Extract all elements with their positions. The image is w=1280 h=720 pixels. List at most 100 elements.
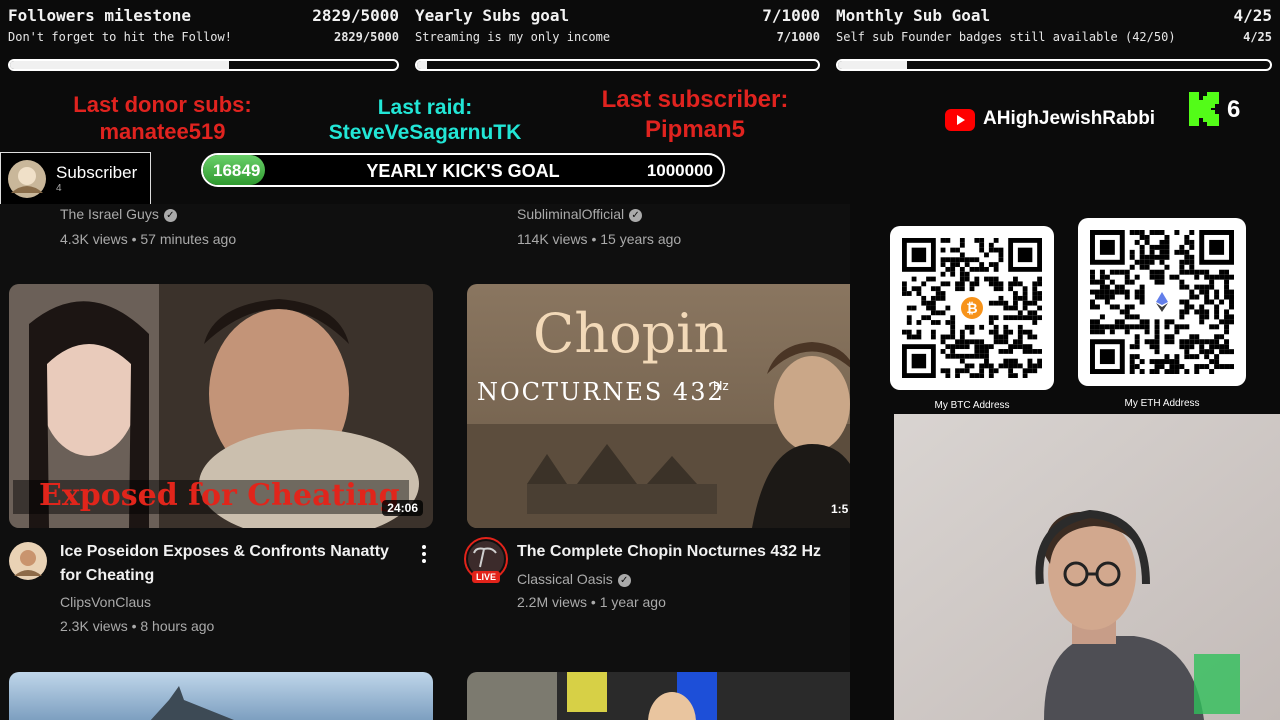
video-thumbnail[interactable]: Exposed for Cheating 24:06 <box>9 284 433 528</box>
qr-module <box>1027 344 1033 350</box>
channel-name[interactable]: Classical Oasis ✓ <box>517 571 631 587</box>
qr-module <box>1184 354 1190 360</box>
qr-module <box>1184 239 1190 245</box>
qr-module <box>988 368 994 374</box>
qr-module <box>1184 344 1190 350</box>
qr-module <box>1194 354 1200 360</box>
qr-module <box>1194 294 1200 300</box>
channel-name[interactable]: The Israel Guys ✓ <box>60 206 177 222</box>
qr-module <box>1209 369 1215 374</box>
qr-module <box>1017 310 1023 316</box>
qr-module <box>1032 349 1038 354</box>
qr-module <box>940 271 946 277</box>
thumbnail-text: Exposed for Cheating <box>39 478 400 513</box>
qr-module <box>1189 334 1195 340</box>
qr-module <box>945 238 951 243</box>
qr-module <box>964 262 970 267</box>
qr-module <box>974 266 980 272</box>
channel-avatar[interactable] <box>9 542 47 580</box>
qr-module <box>1169 339 1175 345</box>
video-title[interactable]: Ice Poseidon Exposes & Confronts Nanatty… <box>60 540 400 588</box>
qr-module <box>1154 364 1160 370</box>
qr-module <box>1119 324 1125 330</box>
qr-module <box>984 252 989 258</box>
channel-name[interactable]: ClipsVonClaus <box>60 594 151 610</box>
qr-module <box>911 334 917 340</box>
qr-module <box>1144 254 1150 260</box>
qr-module <box>911 305 917 311</box>
qr-module <box>1154 329 1160 335</box>
qr-module <box>1027 349 1033 354</box>
ethereum-icon <box>1150 290 1174 314</box>
qr-module <box>979 373 985 378</box>
qr-module <box>1114 284 1120 290</box>
qr-module <box>1199 314 1205 320</box>
qr-module <box>988 344 994 350</box>
qr-module <box>1008 349 1014 354</box>
qr-module <box>1124 274 1130 280</box>
qr-module <box>1027 300 1033 306</box>
qr-module <box>1169 369 1175 374</box>
qr-module <box>1037 276 1042 282</box>
qr-module <box>1003 305 1009 311</box>
qr-module <box>1154 230 1160 235</box>
qr-module <box>984 344 989 350</box>
qr-module <box>1104 274 1110 280</box>
kick-goal-max: 1000000 <box>646 161 713 180</box>
video-thumbnail[interactable] <box>9 672 433 720</box>
more-options-icon[interactable] <box>420 544 428 564</box>
channel-avatar[interactable]: LIVE <box>462 537 510 585</box>
qr-module <box>1022 305 1028 311</box>
qr-module <box>1189 294 1195 300</box>
qr-module <box>1149 259 1155 265</box>
channel-name[interactable]: SubliminalOfficial ✓ <box>517 206 643 222</box>
qr-module <box>1184 249 1190 255</box>
qr-finder <box>1099 239 1115 255</box>
qr-module <box>955 247 960 253</box>
qr-module <box>1090 269 1095 275</box>
qr-module <box>1149 274 1155 280</box>
qr-module <box>1189 259 1195 265</box>
video-meta: 114K views • 15 years ago <box>517 231 682 247</box>
qr-module <box>1022 349 1028 354</box>
qr-module <box>1139 324 1145 330</box>
last-donor-name: manatee519 <box>99 119 226 144</box>
qr-module <box>1003 315 1009 321</box>
qr-module <box>979 368 985 374</box>
qr-module <box>955 353 960 359</box>
qr-module <box>1214 339 1220 345</box>
qr-module <box>902 291 907 296</box>
subscriber-count: 4 <box>56 183 62 194</box>
video-title[interactable]: The Complete Chopin Nocturnes 432 Hz <box>517 540 847 564</box>
qr-module <box>1149 254 1155 260</box>
qr-module <box>955 257 960 263</box>
youtube-feed: The Israel Guys ✓ 4.3K views • 57 minutes… <box>0 204 850 720</box>
qr-module <box>988 281 994 287</box>
qr-module <box>1027 329 1033 335</box>
qr-module <box>1104 284 1110 290</box>
qr-module <box>1139 284 1145 290</box>
qr-module <box>1134 324 1140 330</box>
thumbnail-subtitle: NOCTURNES 432 <box>477 378 725 406</box>
qr-module <box>1134 294 1140 300</box>
video-thumbnail[interactable] <box>467 672 850 720</box>
qr-module <box>959 339 965 345</box>
qr-module <box>959 353 965 359</box>
verified-icon: ✓ <box>617 573 631 587</box>
qr-module <box>984 358 989 364</box>
qr-module <box>1229 319 1234 325</box>
qr-module <box>1149 269 1155 275</box>
qr-module <box>993 262 999 267</box>
qr-module <box>1209 349 1215 355</box>
qr-module <box>1204 294 1210 300</box>
qr-module <box>998 295 1004 301</box>
qr-module <box>1219 299 1225 305</box>
video-thumbnail[interactable]: Chopin NOCTURNES 432 Hz 1:5 <box>467 284 850 528</box>
qr-module <box>998 247 1004 253</box>
qr-module <box>1129 324 1135 330</box>
qr-module <box>1027 358 1033 364</box>
qr-module <box>1149 244 1155 250</box>
qr-module <box>921 315 927 321</box>
qr-module <box>1032 291 1038 296</box>
qr-module <box>1013 358 1018 364</box>
